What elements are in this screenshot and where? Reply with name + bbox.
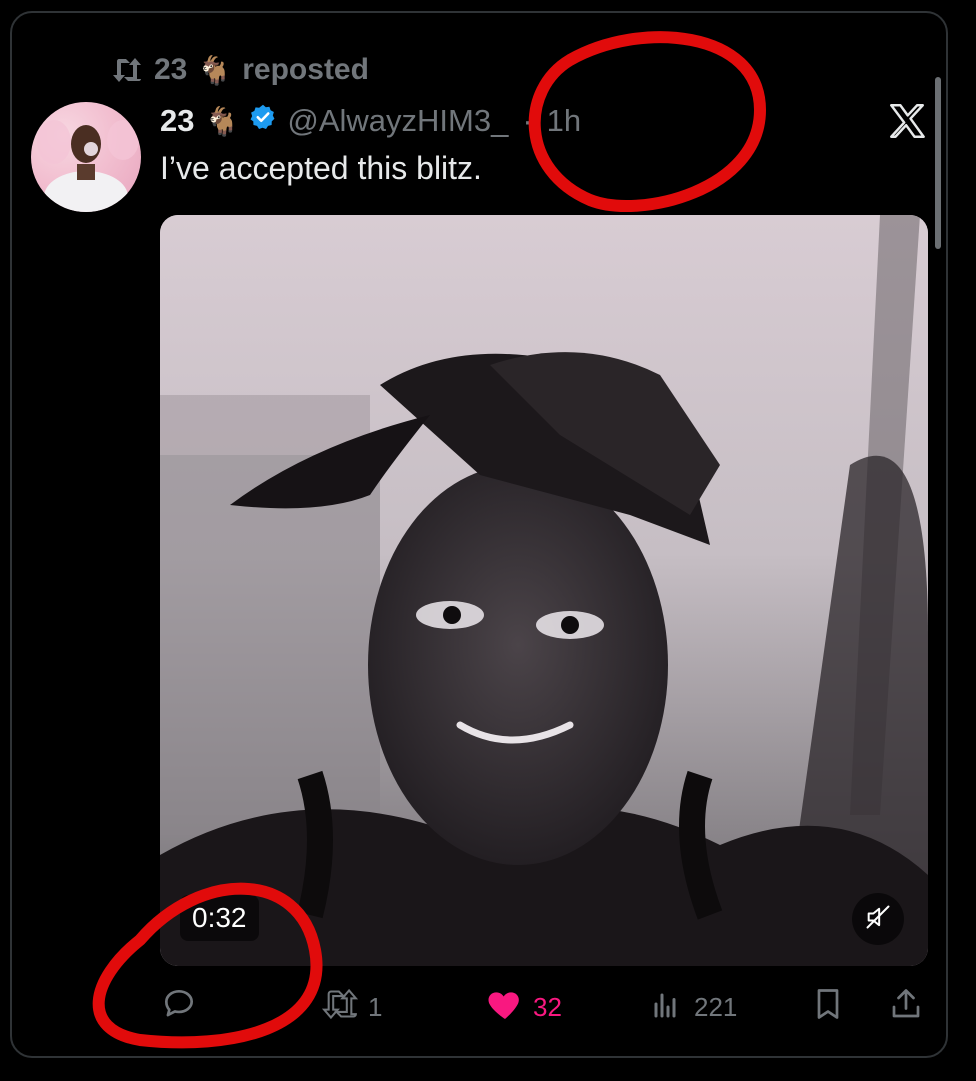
timestamp[interactable]: 1h xyxy=(547,103,581,139)
x-logo-icon xyxy=(886,100,928,142)
speaker-muted-icon xyxy=(864,903,892,936)
separator-dot: · xyxy=(522,103,533,138)
video-duration: 0:32 xyxy=(180,895,259,941)
goat-emoji: 🐐 xyxy=(204,105,240,137)
share-icon xyxy=(888,986,924,1029)
post-text: I’ve accepted this blitz. xyxy=(160,150,482,186)
mute-button[interactable] xyxy=(852,893,904,945)
repost-count: 1 xyxy=(368,991,383,1022)
repost-icon xyxy=(320,987,360,1028)
handle[interactable]: @AlwayzHIM3_ xyxy=(287,103,508,139)
like-button[interactable]: 32 xyxy=(485,985,562,1029)
reply-button[interactable] xyxy=(160,985,206,1029)
views-bar-chart-icon xyxy=(650,986,686,1029)
repost-icon xyxy=(110,55,144,85)
repost-label: reposted xyxy=(242,53,369,86)
bookmark-icon xyxy=(810,986,846,1029)
display-name[interactable]: 23 xyxy=(160,103,194,139)
like-count: 32 xyxy=(533,991,562,1022)
reposter-name[interactable]: 23 xyxy=(154,53,187,87)
heart-icon xyxy=(485,984,525,1031)
views-button[interactable]: 221 xyxy=(650,985,737,1029)
bookmark-button[interactable] xyxy=(810,985,846,1029)
video-frame xyxy=(160,215,928,966)
scrollbar[interactable] xyxy=(935,77,941,249)
goat-emoji: 🐐 xyxy=(197,54,233,86)
repost-button[interactable]: 1 xyxy=(320,985,382,1029)
reply-icon xyxy=(160,985,198,1030)
video-player[interactable] xyxy=(160,215,928,966)
share-button[interactable] xyxy=(888,985,924,1029)
repost-context: 23 🐐 reposted xyxy=(110,52,369,88)
verified-badge-icon xyxy=(249,103,277,139)
post-header: 23 🐐 @AlwayzHIM3_ · 1h xyxy=(160,99,581,143)
views-count: 221 xyxy=(694,991,738,1022)
avatar-image xyxy=(37,120,139,212)
avatar[interactable] xyxy=(31,102,141,212)
action-bar: 1 32 221 xyxy=(160,985,930,1029)
